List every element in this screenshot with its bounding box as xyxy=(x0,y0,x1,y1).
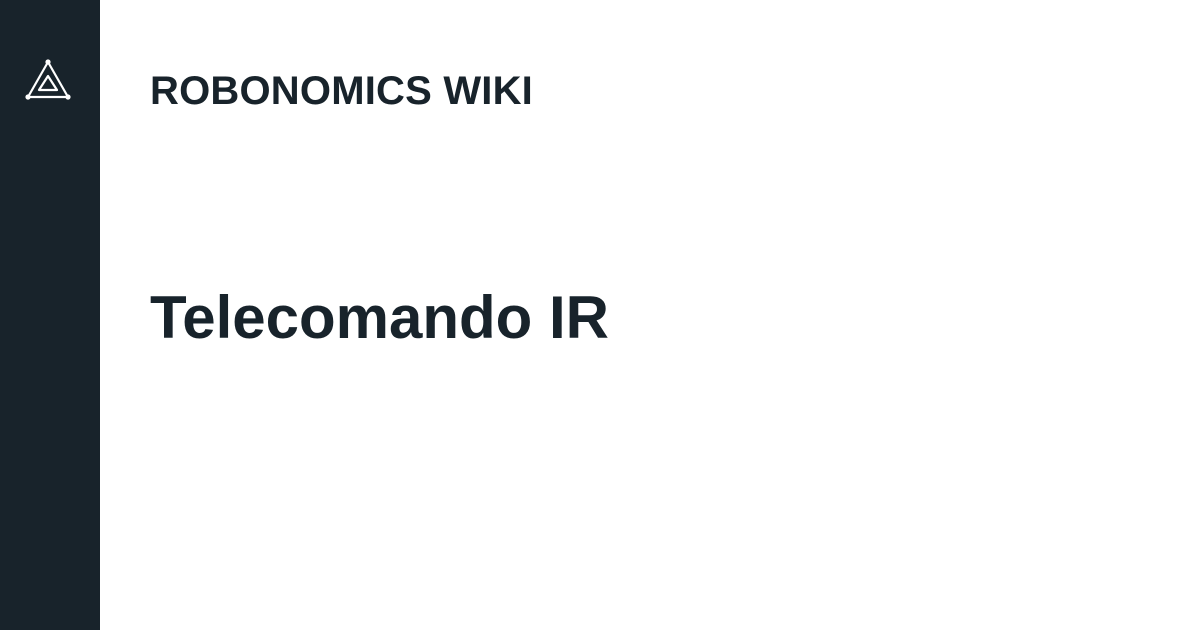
sidebar xyxy=(0,0,100,630)
page-title: Telecomando IR xyxy=(150,284,609,351)
social-preview-card: ROBONOMICS WIKI Telecomando IR xyxy=(0,0,1200,630)
site-title: ROBONOMICS WIKI xyxy=(150,69,533,113)
robonomics-logo-icon xyxy=(25,59,71,100)
